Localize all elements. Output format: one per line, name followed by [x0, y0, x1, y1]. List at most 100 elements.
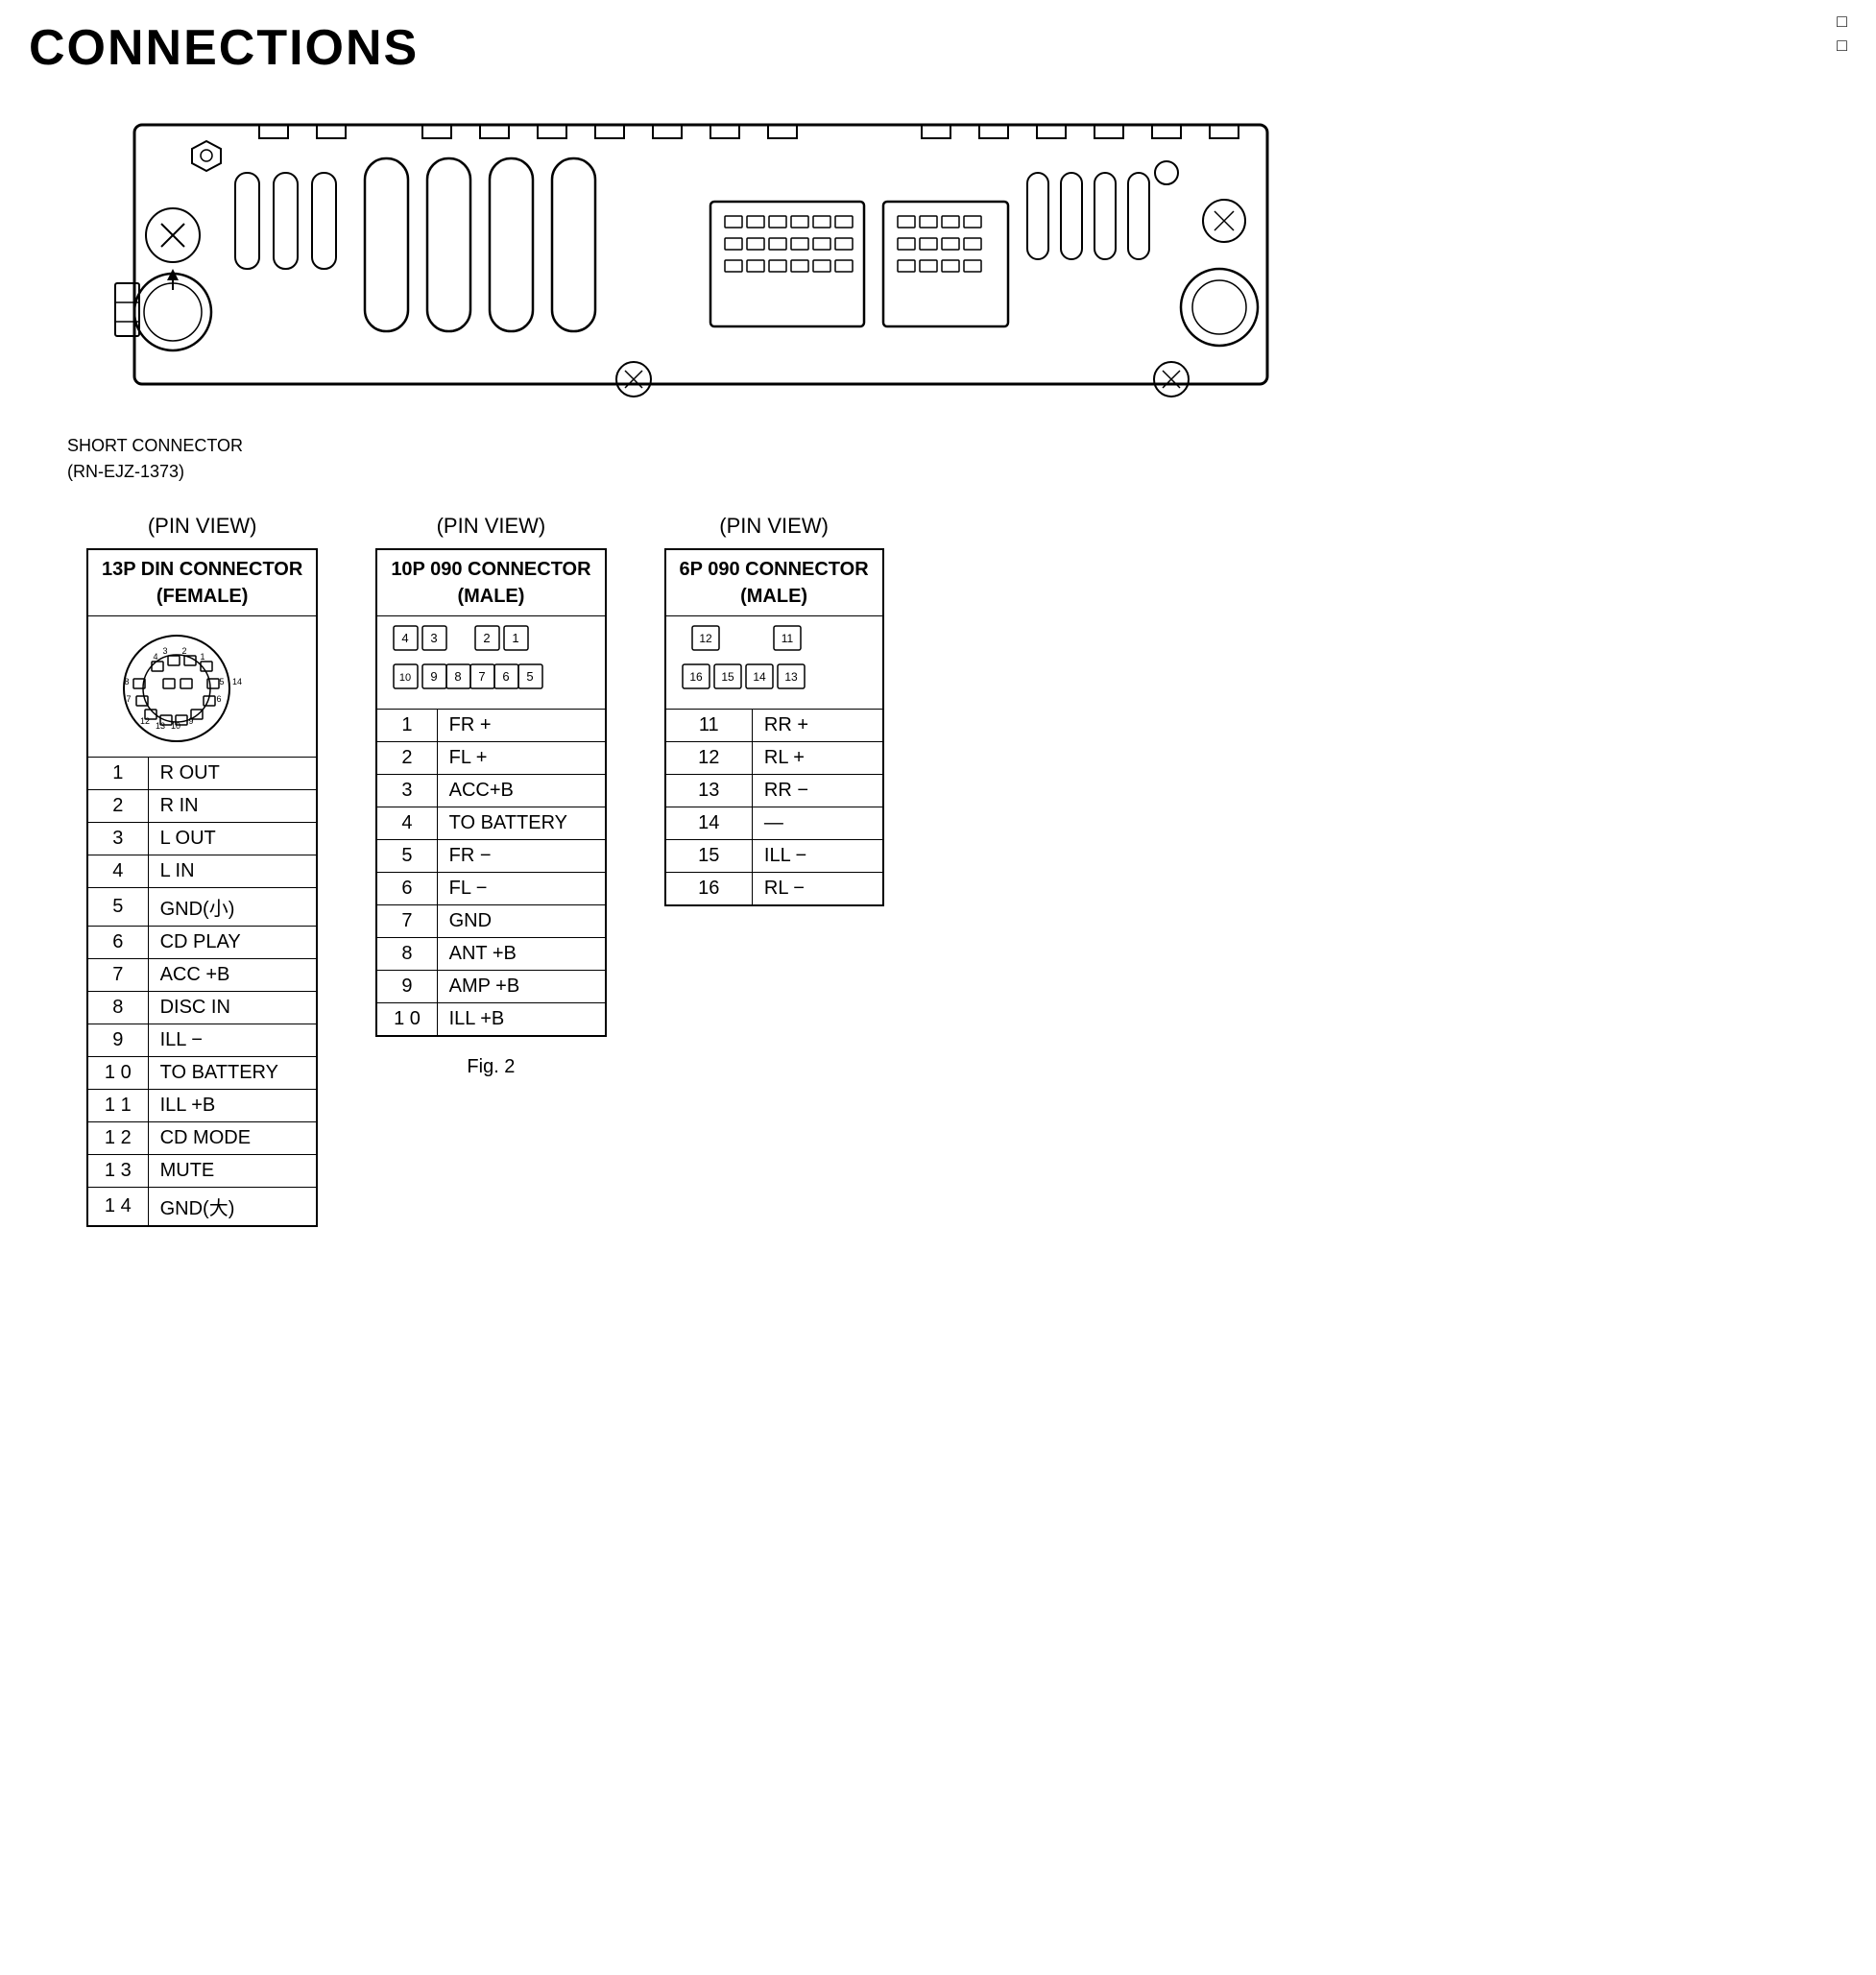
connector-header-10p: 10P 090 CONNECTOR(MALE) — [376, 549, 605, 616]
svg-text:4: 4 — [153, 652, 157, 662]
pin-number: 1 3 — [87, 1155, 148, 1188]
pin-signal: L IN — [148, 855, 317, 888]
connector-table-13p: 13P DIN CONNECTOR(FEMALE) — [86, 548, 318, 1227]
svg-text:10: 10 — [399, 672, 411, 684]
table-row: 1 0TO BATTERY — [87, 1057, 317, 1090]
svg-text:13: 13 — [156, 721, 165, 731]
pin-number: 15 — [665, 840, 753, 873]
table-row: 15ILL − — [665, 840, 883, 873]
pin-number: 9 — [376, 971, 437, 1003]
svg-text:5: 5 — [527, 669, 534, 684]
pin-signal: FR − — [437, 840, 605, 873]
pin-number: 6 — [87, 927, 148, 959]
device-diagram: SHORT CONNECTOR (RN-EJZ-1373) — [58, 96, 1818, 485]
pin-number: 1 — [376, 710, 437, 742]
pin-signal: ACC +B — [148, 959, 317, 992]
pin-number: 13 — [665, 775, 753, 807]
pin-number: 6 — [376, 873, 437, 905]
table-row: 1 2CD MODE — [87, 1122, 317, 1155]
svg-text:14: 14 — [232, 677, 242, 686]
pin-signal: ILL +B — [148, 1090, 317, 1122]
table-row: 2FL + — [376, 742, 605, 775]
svg-text:9: 9 — [431, 669, 438, 684]
pin-signal: ILL − — [148, 1024, 317, 1057]
table-row: 1FR + — [376, 710, 605, 742]
pin-view-label-6p: (PIN VIEW) — [719, 514, 829, 539]
pin-number: 8 — [87, 992, 148, 1024]
svg-text:13: 13 — [784, 670, 798, 684]
svg-text:11: 11 — [781, 632, 793, 645]
pin-signal: MUTE — [148, 1155, 317, 1188]
pin-number: 3 — [376, 775, 437, 807]
table-row: 9ILL − — [87, 1024, 317, 1057]
pin-signal: TO BATTERY — [437, 807, 605, 840]
pin-signal: R IN — [148, 790, 317, 823]
pin-view-label-10p: (PIN VIEW) — [437, 514, 546, 539]
pin-signal: RR + — [752, 710, 882, 742]
pin-number: 1 4 — [87, 1188, 148, 1227]
pin-number: 8 — [376, 938, 437, 971]
table-row: 7GND — [376, 905, 605, 938]
pin-number: 14 — [665, 807, 753, 840]
table-row: 6FL − — [376, 873, 605, 905]
pin-signal: ILL − — [752, 840, 882, 873]
pin-signal: GND(大) — [148, 1188, 317, 1227]
pin-signal: ACC+B — [437, 775, 605, 807]
table-row: 8ANT +B — [376, 938, 605, 971]
connector-table-6p: 6P 090 CONNECTOR(MALE) 12 11 — [664, 548, 884, 906]
pin-signal: R OUT — [148, 758, 317, 790]
pin-number: 5 — [376, 840, 437, 873]
pin-signal: ILL +B — [437, 1003, 605, 1037]
pin-number: 5 — [87, 888, 148, 927]
pin-signal: FL + — [437, 742, 605, 775]
pin-signal: L OUT — [148, 823, 317, 855]
svg-text:2: 2 — [484, 631, 491, 645]
pin-number: 1 — [87, 758, 148, 790]
table-row: 12RL + — [665, 742, 883, 775]
svg-text:3: 3 — [162, 646, 167, 656]
table-row: 2R IN — [87, 790, 317, 823]
connector-header-6p: 6P 090 CONNECTOR(MALE) — [665, 549, 883, 616]
pin-signal: RL + — [752, 742, 882, 775]
svg-text:9: 9 — [188, 716, 193, 726]
pin-diagram-6p: 12 11 16 15 14 13 — [665, 616, 883, 710]
pin-signal: DISC IN — [148, 992, 317, 1024]
connector-block-13p: (PIN VIEW) 13P DIN CONNECTOR(FEMALE) — [86, 514, 318, 1227]
table-row: 4TO BATTERY — [376, 807, 605, 840]
pin-number: 3 — [87, 823, 148, 855]
svg-text:6: 6 — [503, 669, 510, 684]
pin-signal: FR + — [437, 710, 605, 742]
table-row: 11RR + — [665, 710, 883, 742]
svg-text:7: 7 — [479, 669, 486, 684]
pin-number: 7 — [376, 905, 437, 938]
pin-signal: GND(小) — [148, 888, 317, 927]
pin-signal: RL − — [752, 873, 882, 906]
pin-signal: FL − — [437, 873, 605, 905]
pin-signal: GND — [437, 905, 605, 938]
short-connector-label: SHORT CONNECTOR (RN-EJZ-1373) — [67, 433, 1818, 485]
pin-diagram-10p: 4 3 2 1 10 9 — [376, 616, 605, 710]
table-row: 1 0ILL +B — [376, 1003, 605, 1037]
pin-number: 7 — [87, 959, 148, 992]
pin-diagram-13p: 4 3 2 1 5 6 7 8 12 13 10 9 14 — [87, 616, 317, 758]
corner-text: □□ — [1837, 10, 1847, 58]
pin-number: 1 2 — [87, 1122, 148, 1155]
table-row: 3ACC+B — [376, 775, 605, 807]
connector-block-10p: (PIN VIEW) 10P 090 CONNECTOR(MALE) 4 — [375, 514, 606, 1078]
pin-number: 1 0 — [87, 1057, 148, 1090]
table-row: 9AMP +B — [376, 971, 605, 1003]
table-row: 14— — [665, 807, 883, 840]
connector-block-6p: (PIN VIEW) 6P 090 CONNECTOR(MALE) 12 — [664, 514, 884, 906]
pin-number: 4 — [376, 807, 437, 840]
svg-text:8: 8 — [455, 669, 462, 684]
svg-text:6: 6 — [216, 694, 221, 704]
table-row: 1R OUT — [87, 758, 317, 790]
pin-signal: TO BATTERY — [148, 1057, 317, 1090]
svg-text:16: 16 — [689, 670, 703, 684]
pin-number: 1 0 — [376, 1003, 437, 1037]
fig-label: Fig. 2 — [467, 1056, 515, 1078]
svg-text:1: 1 — [200, 652, 204, 662]
pin-number: 11 — [665, 710, 753, 742]
table-row: 6CD PLAY — [87, 927, 317, 959]
device-svg — [58, 96, 1306, 422]
